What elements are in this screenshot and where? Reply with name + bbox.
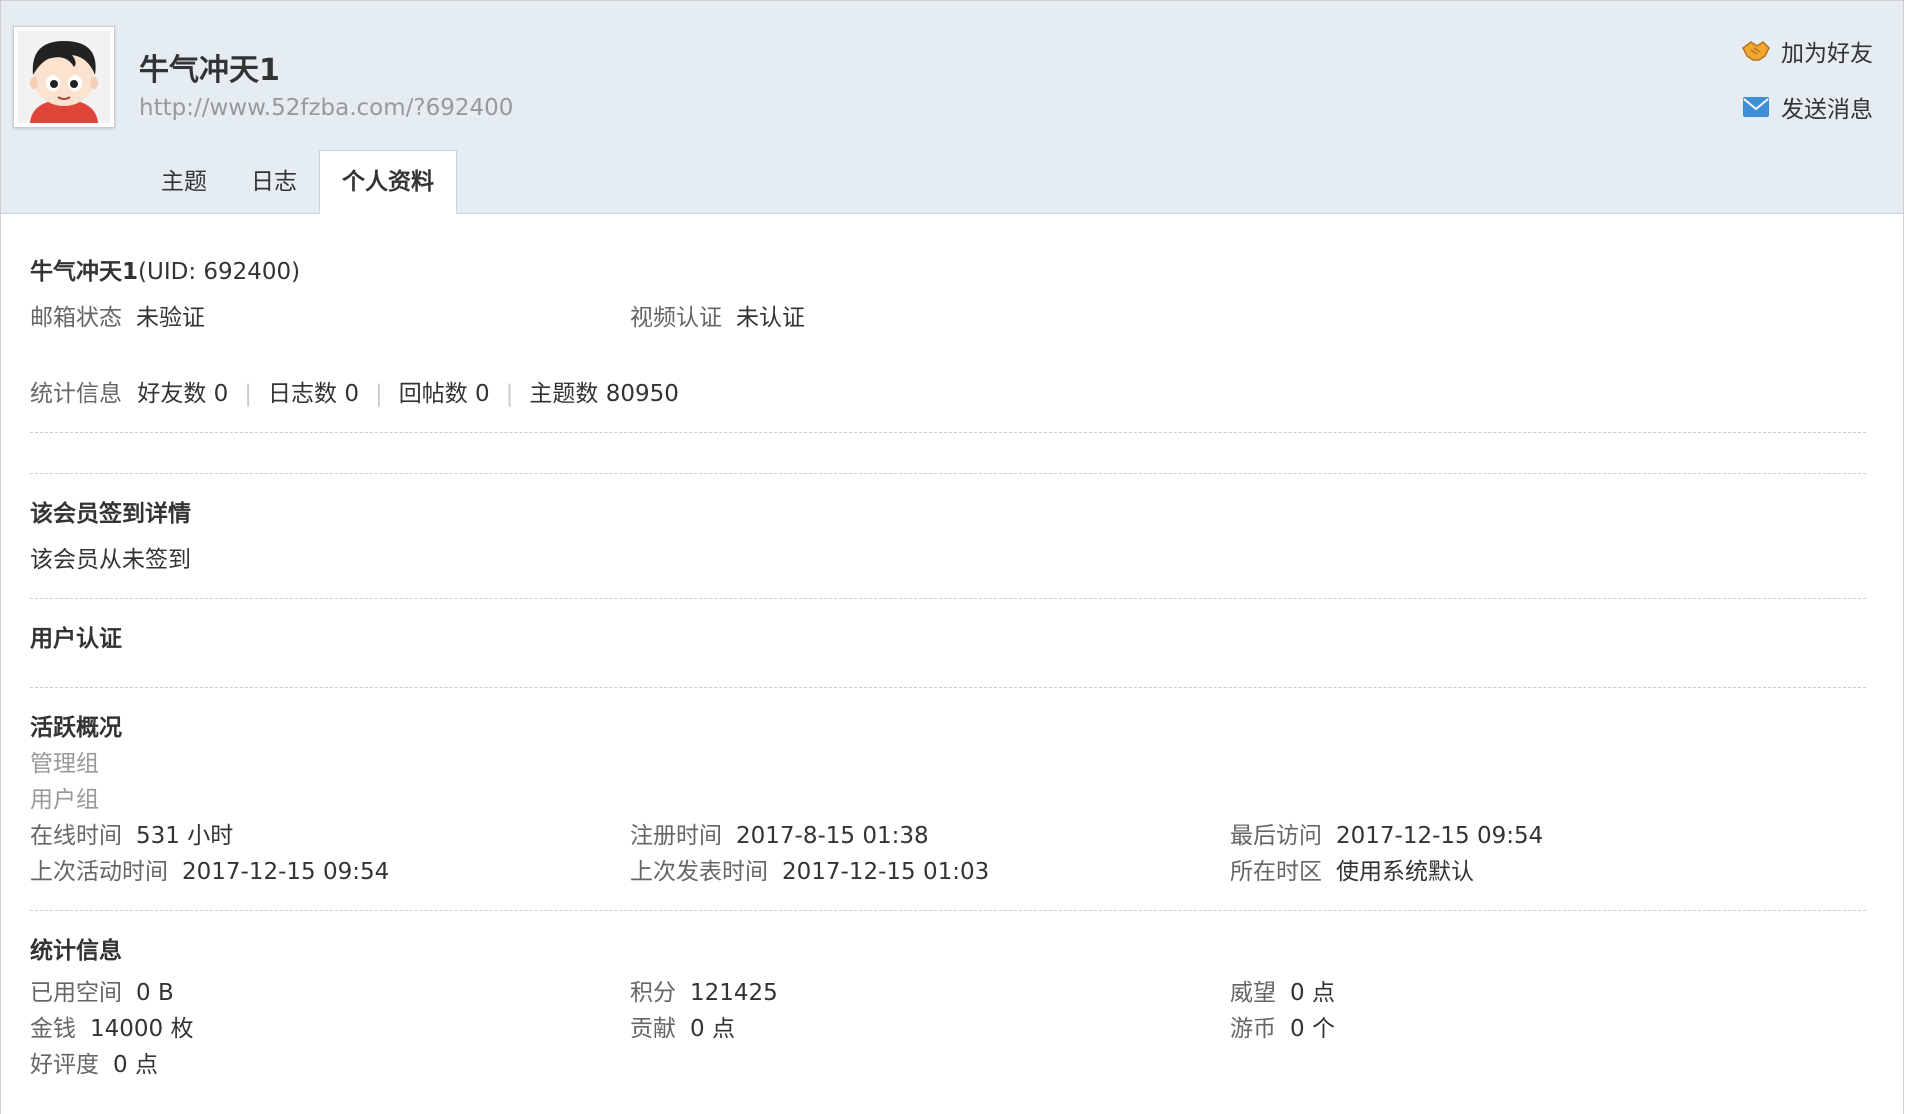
send-message-button[interactable]: 发送消息 (1741, 91, 1873, 123)
coins-value: 0 个 (1290, 1016, 1335, 1042)
auth-title-row: 用户认证 (30, 621, 1866, 657)
reply-count-link[interactable]: 回帖数 0 (399, 381, 490, 407)
divider (30, 598, 1866, 599)
rating-value: 0 点 (113, 1052, 158, 1078)
profile-name-row: 牛气冲天1(UID: 692400) (30, 254, 1866, 290)
activity-title-row: 活跃概况 (30, 710, 1866, 746)
last-active-value: 2017-12-15 09:54 (182, 859, 390, 885)
last-post-value: 2017-12-15 01:03 (782, 859, 990, 885)
profile-tabs: 主题 日志 个人资料 (139, 150, 457, 214)
header-username: 牛气冲天1 (139, 53, 280, 88)
timezone-value: 使用系统默认 (1336, 859, 1474, 885)
add-friend-button[interactable]: 加为好友 (1741, 35, 1873, 67)
checkin-text-row: 该会员从未签到 (30, 542, 1866, 578)
credits-label: 积分 (630, 980, 676, 1006)
last-active-label: 上次活动时间 (30, 859, 168, 885)
activity-row-1: 在线时间 531 小时 注册时间 2017-8-15 01:38 最后访问 2017-… (30, 818, 1866, 854)
statistics-row-2: 金钱 14000 枚 贡献 0 点 游币 0 个 (30, 1011, 1866, 1047)
register-time-label: 注册时间 (630, 823, 722, 849)
admin-group-row: 管理组 (30, 746, 1866, 782)
profile-content: 牛气冲天1(UID: 692400) 邮箱状态 未验证 视频认证 未认证 统计信息 … (30, 214, 1866, 1083)
prestige-value: 0 点 (1290, 980, 1335, 1006)
register-time-value: 2017-8-15 01:38 (736, 823, 929, 849)
avatar-cartoon-icon (18, 31, 110, 123)
rating-label: 好评度 (30, 1052, 99, 1078)
contribution-label: 贡献 (630, 1016, 676, 1042)
profile-uid: (UID: 692400) (138, 259, 301, 285)
checkin-title: 该会员签到详情 (30, 501, 191, 527)
online-time-value: 531 小时 (136, 823, 234, 849)
profile-header: 牛气冲天1 http://www.52fzba.com/?692400 加为好友 (1, 1, 1903, 214)
verification-row: 邮箱状态 未验证 视频认证 未认证 (30, 300, 1866, 336)
last-visit-value: 2017-12-15 09:54 (1336, 823, 1544, 849)
admin-group-label: 管理组 (30, 751, 99, 777)
statistics-row-3: 好评度 0 点 (30, 1047, 1866, 1083)
activity-row-2: 上次活动时间 2017-12-15 09:54 上次发表时间 2017-12-15 … (30, 854, 1866, 890)
email-status-value: 未验证 (136, 305, 205, 331)
money-label: 金钱 (30, 1016, 76, 1042)
activity-title: 活跃概况 (30, 715, 122, 741)
profile-page: 牛气冲天1 http://www.52fzba.com/?692400 加为好友 (0, 0, 1904, 1114)
send-message-label: 发送消息 (1781, 97, 1873, 123)
video-auth-value: 未认证 (736, 305, 805, 331)
blog-count-link[interactable]: 日志数 0 (268, 381, 359, 407)
credits-value: 121425 (690, 980, 778, 1006)
handshake-icon (1741, 38, 1771, 64)
statistics-title-row: 统计信息 (30, 933, 1866, 969)
divider (30, 687, 1866, 688)
stats-summary-row: 统计信息 好友数 0 | 日志数 0 | 回帖数 0 | 主题数 80950 (30, 381, 679, 407)
used-space-label: 已用空间 (30, 980, 122, 1006)
envelope-icon (1741, 94, 1771, 120)
checkin-title-row: 该会员签到详情 (30, 496, 1866, 532)
last-visit-label: 最后访问 (1230, 823, 1322, 849)
coins-label: 游币 (1230, 1016, 1276, 1042)
contribution-value: 0 点 (690, 1016, 735, 1042)
video-auth-label: 视频认证 (630, 305, 722, 331)
email-status-label: 邮箱状态 (30, 305, 122, 331)
tab-topics[interactable]: 主题 (139, 150, 229, 214)
stats-summary-label: 统计信息 (30, 381, 122, 407)
user-group-row: 用户组 (30, 782, 1866, 818)
add-friend-label: 加为好友 (1781, 41, 1873, 67)
used-space-value: 0 B (136, 980, 174, 1006)
timezone-label: 所在时区 (1230, 859, 1322, 885)
online-time-label: 在线时间 (30, 823, 122, 849)
divider (30, 432, 1866, 433)
prestige-label: 威望 (1230, 980, 1276, 1006)
divider (30, 473, 1866, 474)
statistics-row-1: 已用空间 0 B 积分 121425 威望 0 点 (30, 975, 1866, 1011)
header-actions: 加为好友 发送消息 (1741, 35, 1873, 147)
user-auth-title: 用户认证 (30, 626, 122, 652)
user-group-label: 用户组 (30, 787, 99, 813)
header-user-url[interactable]: http://www.52fzba.com/?692400 (139, 95, 513, 121)
last-post-label: 上次发表时间 (630, 859, 768, 885)
avatar[interactable] (13, 26, 115, 128)
tab-blog[interactable]: 日志 (229, 150, 319, 214)
money-value: 14000 枚 (90, 1016, 194, 1042)
divider (30, 910, 1866, 911)
profile-name: 牛气冲天1 (30, 259, 139, 285)
tab-profile[interactable]: 个人资料 (319, 150, 457, 214)
statistics-title: 统计信息 (30, 938, 122, 964)
checkin-text: 该会员从未签到 (30, 547, 191, 573)
friends-count-link[interactable]: 好友数 0 (137, 381, 228, 407)
topic-count-link[interactable]: 主题数 80950 (529, 381, 678, 407)
